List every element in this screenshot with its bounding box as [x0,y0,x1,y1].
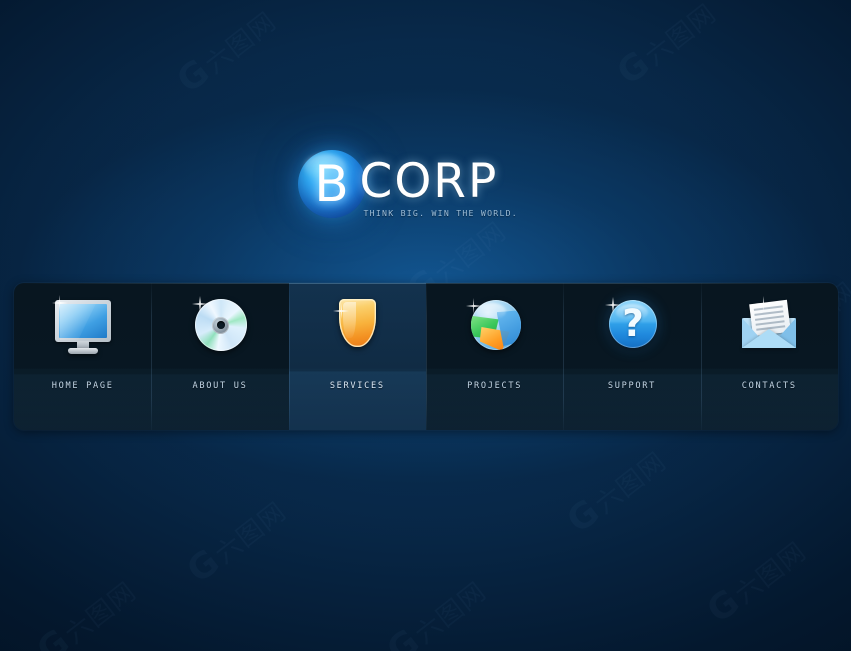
watermark-text: G六图网 [699,530,813,632]
logo-letter-b: B [314,155,349,213]
nav-item-projects[interactable]: PROJECTS [425,283,564,430]
nav-item-about-us[interactable]: ABOUT US [151,283,289,430]
logo-orb-icon [297,150,366,218]
watermark-text: G六图网 [609,0,723,93]
watermark-text: G六图网 [179,490,293,592]
nav-label-services: SERVICES [329,381,385,391]
page-root: G六图网G六图网G六图网G六图网G六图网G六图网G六图网G六图网G六图网G六图网… [0,0,851,651]
watermark-text: G六图网 [379,570,493,651]
site-logo: B CORP THINK BIG. WIN THE WORLD. [0,146,851,236]
nav-item-services[interactable]: SERVICES [288,283,426,430]
main-navigation: HOME PAGE ABOUT US SERVICES PROJECTS ? S… [14,283,838,430]
nav-item-home-page[interactable]: HOME PAGE [14,283,152,430]
nav-label-about-us: ABOUT US [192,381,248,391]
watermark-text: G六图网 [29,570,143,651]
globe-icon [426,283,563,375]
nav-item-contacts[interactable]: CONTACTS [700,283,838,430]
monitor-icon [14,283,151,375]
nav-label-home-page: HOME PAGE [51,381,114,391]
cd-disc-icon [151,283,288,375]
logo-tagline: THINK BIG. WIN THE WORLD. [363,208,518,218]
nav-label-contacts: CONTACTS [741,381,797,391]
envelope-icon [701,283,838,375]
watermark-text: G六图网 [169,0,283,102]
question-mark-icon: ? [563,283,700,375]
nav-label-support: SUPPORT [607,381,657,391]
nav-item-support[interactable]: ? SUPPORT [563,283,701,430]
nav-label-projects: PROJECTS [467,381,523,391]
shield-icon [289,283,426,375]
logo-wordmark: CORP [359,154,499,209]
watermark-text: G六图网 [559,440,673,542]
